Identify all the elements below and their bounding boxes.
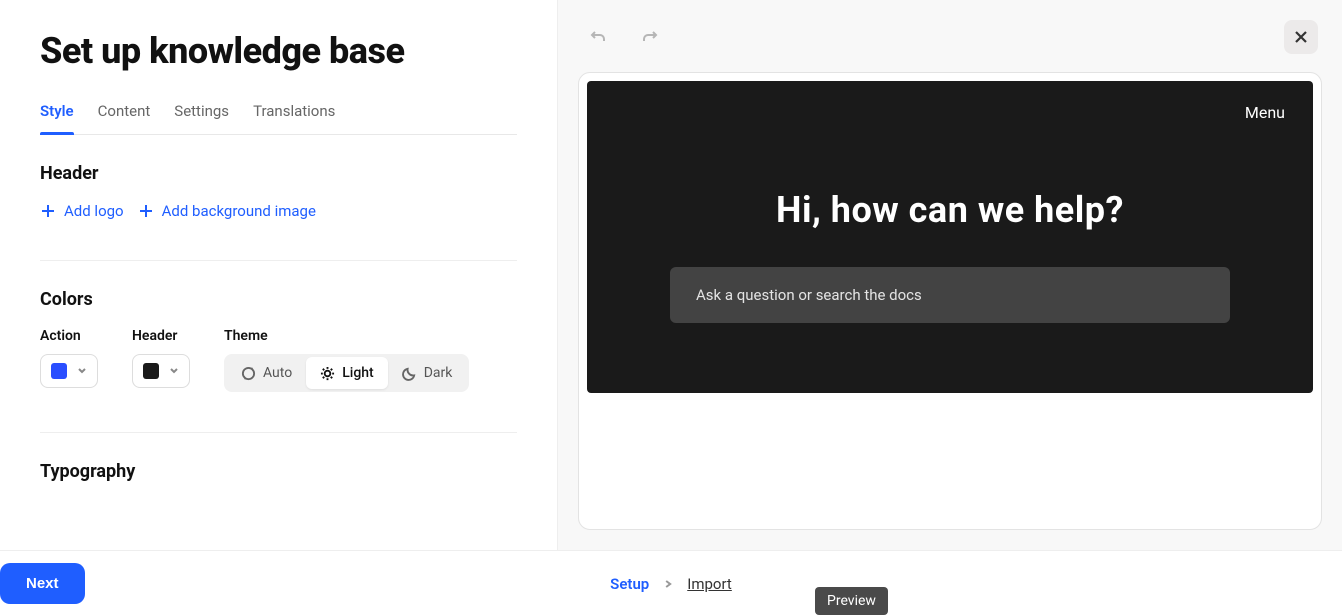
divider <box>40 260 517 261</box>
action-color-picker[interactable] <box>40 354 98 388</box>
preview-tooltip: Preview <box>815 587 888 615</box>
tab-label: Translations <box>253 102 335 120</box>
chevron-down-icon <box>77 366 87 376</box>
page-title: Set up knowledge base <box>40 30 517 72</box>
breadcrumb-setup[interactable]: Setup <box>610 575 649 593</box>
add-background-button[interactable]: Add background image <box>138 202 316 220</box>
preview-panel: Menu Hi, how can we help? Ask a question… <box>558 0 1342 550</box>
action-color-swatch <box>51 363 67 379</box>
next-button[interactable]: Next <box>0 563 85 604</box>
header-color-swatch <box>143 363 159 379</box>
theme-auto-button[interactable]: Auto <box>227 357 306 389</box>
tab-label: Settings <box>174 102 229 120</box>
preview-content: Menu Hi, how can we help? Ask a question… <box>587 81 1313 393</box>
section-colors-title: Colors <box>40 289 517 310</box>
divider <box>40 432 517 433</box>
breadcrumb-import[interactable]: Import <box>687 575 732 593</box>
preview-search-input[interactable]: Ask a question or search the docs <box>670 267 1230 323</box>
tab-style[interactable]: Style <box>40 92 74 134</box>
sun-icon <box>320 366 335 381</box>
theme-light-label: Light <box>342 365 374 381</box>
redo-icon <box>642 29 658 45</box>
action-color-label: Action <box>40 328 98 344</box>
redo-button[interactable] <box>634 21 666 53</box>
theme-label: Theme <box>224 328 469 344</box>
preview-menu-link[interactable]: Menu <box>1245 103 1285 122</box>
footer: Setup Import Next <box>0 550 1342 616</box>
tab-label: Content <box>98 102 151 120</box>
close-button[interactable] <box>1284 20 1318 54</box>
chevron-down-icon <box>169 366 179 376</box>
theme-segmented-control: Auto Light Dark <box>224 354 469 392</box>
theme-dark-label: Dark <box>424 365 453 381</box>
header-color-label: Header <box>132 328 190 344</box>
tab-content[interactable]: Content <box>98 92 151 134</box>
theme-dark-button[interactable]: Dark <box>388 357 467 389</box>
auto-icon <box>241 366 256 381</box>
undo-button[interactable] <box>582 21 614 53</box>
tab-label: Style <box>40 102 74 120</box>
theme-auto-label: Auto <box>263 365 292 381</box>
preview-frame: Menu Hi, how can we help? Ask a question… <box>578 72 1322 530</box>
tab-settings[interactable]: Settings <box>174 92 229 134</box>
config-panel: Set up knowledge base Style Content Sett… <box>0 0 558 550</box>
close-icon <box>1293 29 1309 45</box>
moon-icon <box>402 366 417 381</box>
tabs: Style Content Settings Translations <box>40 92 517 135</box>
undo-icon <box>590 29 606 45</box>
header-color-picker[interactable] <box>132 354 190 388</box>
preview-heading: Hi, how can we help? <box>776 189 1124 231</box>
theme-light-button[interactable]: Light <box>306 357 388 389</box>
tab-translations[interactable]: Translations <box>253 92 335 134</box>
preview-search-placeholder: Ask a question or search the docs <box>696 286 922 304</box>
breadcrumb: Setup Import <box>610 575 732 593</box>
plus-icon <box>40 203 56 219</box>
chevron-right-icon <box>663 579 673 589</box>
section-typography-title: Typography <box>40 461 517 482</box>
add-bg-label: Add background image <box>162 202 316 220</box>
plus-icon <box>138 203 154 219</box>
section-header-title: Header <box>40 163 517 184</box>
add-logo-button[interactable]: Add logo <box>40 202 124 220</box>
add-logo-label: Add logo <box>64 202 124 220</box>
